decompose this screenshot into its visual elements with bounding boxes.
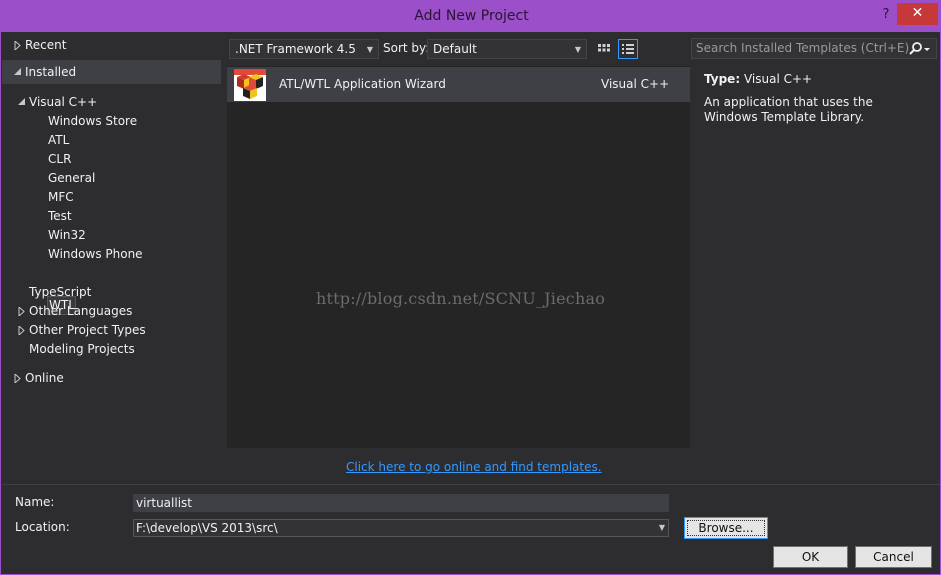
template-tree: Recent Installed Visual C++ Windows Stor… bbox=[2, 33, 222, 453]
collapsed-arrow-icon[interactable] bbox=[18, 321, 27, 340]
close-button[interactable]: ✕ bbox=[897, 3, 938, 25]
watermark-text: http://blog.csdn.net/SCNU_Jiechao bbox=[316, 289, 606, 308]
dropdown-arrow-icon[interactable]: ▼ bbox=[659, 520, 665, 536]
search-icon[interactable] bbox=[907, 39, 931, 64]
tree-item-clr[interactable]: CLR bbox=[48, 150, 71, 169]
tree-item-other-languages[interactable]: Other Languages bbox=[18, 302, 133, 321]
tree-item-win32[interactable]: Win32 bbox=[48, 226, 86, 245]
collapsed-arrow-icon[interactable] bbox=[18, 302, 27, 321]
dialog-window: Add New Project ? ✕ Recent Installed Vis… bbox=[0, 0, 941, 575]
tree-item-windows-phone[interactable]: Windows Phone bbox=[48, 245, 143, 264]
tree-item-visual-cpp[interactable]: Visual C++ bbox=[18, 93, 98, 112]
tree-item-label: ATL bbox=[48, 133, 70, 147]
framework-value: .NET Framework 4.5 bbox=[235, 42, 356, 56]
tree-item-label: Modeling Projects bbox=[29, 342, 135, 356]
tree-item-atl[interactable]: ATL bbox=[48, 131, 69, 150]
tree-item-label: Test bbox=[48, 209, 72, 223]
search-placeholder: Search Installed Templates (Ctrl+E) bbox=[696, 41, 910, 55]
grid-view-icon bbox=[598, 44, 610, 52]
template-name: ATL/WTL Application Wizard bbox=[279, 77, 446, 91]
type-label: Type: bbox=[704, 72, 741, 86]
list-view-icon bbox=[622, 44, 634, 54]
sort-value: Default bbox=[433, 42, 477, 56]
expanded-arrow-icon[interactable] bbox=[14, 63, 23, 82]
tree-item-other-project-types[interactable]: Other Project Types bbox=[18, 321, 146, 340]
collapsed-arrow-icon[interactable] bbox=[14, 36, 23, 55]
tree-item-recent[interactable]: Recent bbox=[14, 36, 67, 55]
tree-item-label: Recent bbox=[25, 38, 67, 52]
tree-item-label: MFC bbox=[48, 190, 74, 204]
project-form: Name: virtuallist Location: F:\develop\V… bbox=[2, 484, 940, 574]
close-icon: ✕ bbox=[911, 5, 924, 21]
framework-dropdown[interactable]: .NET Framework 4.5 ▼ bbox=[229, 39, 379, 59]
details-view-button[interactable] bbox=[618, 39, 638, 59]
tree-item-label: Other Languages bbox=[29, 304, 133, 318]
online-templates-link[interactable]: Click here to go online and find templat… bbox=[346, 460, 602, 474]
tree-item-label: General bbox=[48, 171, 96, 185]
tree-item-label: CLR bbox=[48, 152, 72, 166]
type-value: Visual C++ bbox=[743, 72, 813, 86]
expanded-arrow-icon[interactable] bbox=[18, 93, 27, 112]
tree-item-test[interactable]: Test bbox=[48, 207, 72, 226]
name-input[interactable]: virtuallist bbox=[133, 494, 669, 512]
name-label: Name: bbox=[15, 495, 55, 509]
tree-item-windows-store[interactable]: Windows Store bbox=[48, 112, 137, 131]
tree-item-label: Online bbox=[25, 371, 64, 385]
tree-item-online[interactable]: Online bbox=[14, 369, 64, 388]
tree-item-label: Visual C++ bbox=[29, 95, 98, 109]
dialog-title: Add New Project bbox=[414, 8, 529, 24]
location-value: F:\develop\VS 2013\src\ bbox=[136, 521, 278, 535]
tree-item-label: Installed bbox=[25, 65, 77, 79]
template-row[interactable]: ATL/WTL Application Wizard Visual C++ bbox=[227, 67, 690, 102]
dropdown-arrow-icon: ▼ bbox=[366, 45, 373, 54]
atl-wtl-wizard-icon bbox=[234, 69, 266, 101]
browse-button[interactable]: Browse... bbox=[684, 517, 768, 539]
location-label: Location: bbox=[15, 520, 70, 534]
tree-item-mfc[interactable]: MFC bbox=[48, 188, 74, 207]
tree-item-label: Other Project Types bbox=[29, 323, 146, 337]
cancel-button[interactable]: Cancel bbox=[855, 546, 932, 568]
tree-item-label: Windows Phone bbox=[48, 247, 143, 261]
search-input[interactable]: Search Installed Templates (Ctrl+E) bbox=[691, 38, 937, 59]
title-bar: Add New Project ? ✕ bbox=[1, 1, 941, 32]
help-button[interactable]: ? bbox=[879, 7, 893, 22]
sort-dropdown[interactable]: Default ▼ bbox=[427, 39, 587, 59]
collapsed-arrow-icon[interactable] bbox=[14, 369, 23, 388]
tree-item-label: TypeScript bbox=[29, 285, 92, 299]
tree-item-general[interactable]: General bbox=[48, 169, 95, 188]
dropdown-arrow-icon: ▼ bbox=[574, 45, 581, 54]
tree-item-label: Windows Store bbox=[48, 114, 138, 128]
sort-label: Sort by: bbox=[383, 41, 430, 55]
details-type: Type: Visual C++ bbox=[704, 72, 812, 86]
tree-item-label: Win32 bbox=[48, 228, 86, 242]
tree-item-typescript[interactable]: TypeScript bbox=[29, 283, 91, 302]
ok-button[interactable]: OK bbox=[773, 546, 848, 568]
template-language: Visual C++ bbox=[601, 77, 670, 91]
location-input[interactable]: F:\develop\VS 2013\src\ ▼ bbox=[133, 519, 669, 537]
template-list: ATL/WTL Application Wizard Visual C++ bbox=[227, 66, 690, 448]
small-icons-view-button[interactable] bbox=[594, 39, 614, 59]
details-description: An application that uses the Windows Tem… bbox=[704, 95, 873, 124]
tree-item-modeling-projects[interactable]: Modeling Projects bbox=[29, 340, 135, 359]
tree-item-installed[interactable]: Installed bbox=[14, 63, 77, 82]
